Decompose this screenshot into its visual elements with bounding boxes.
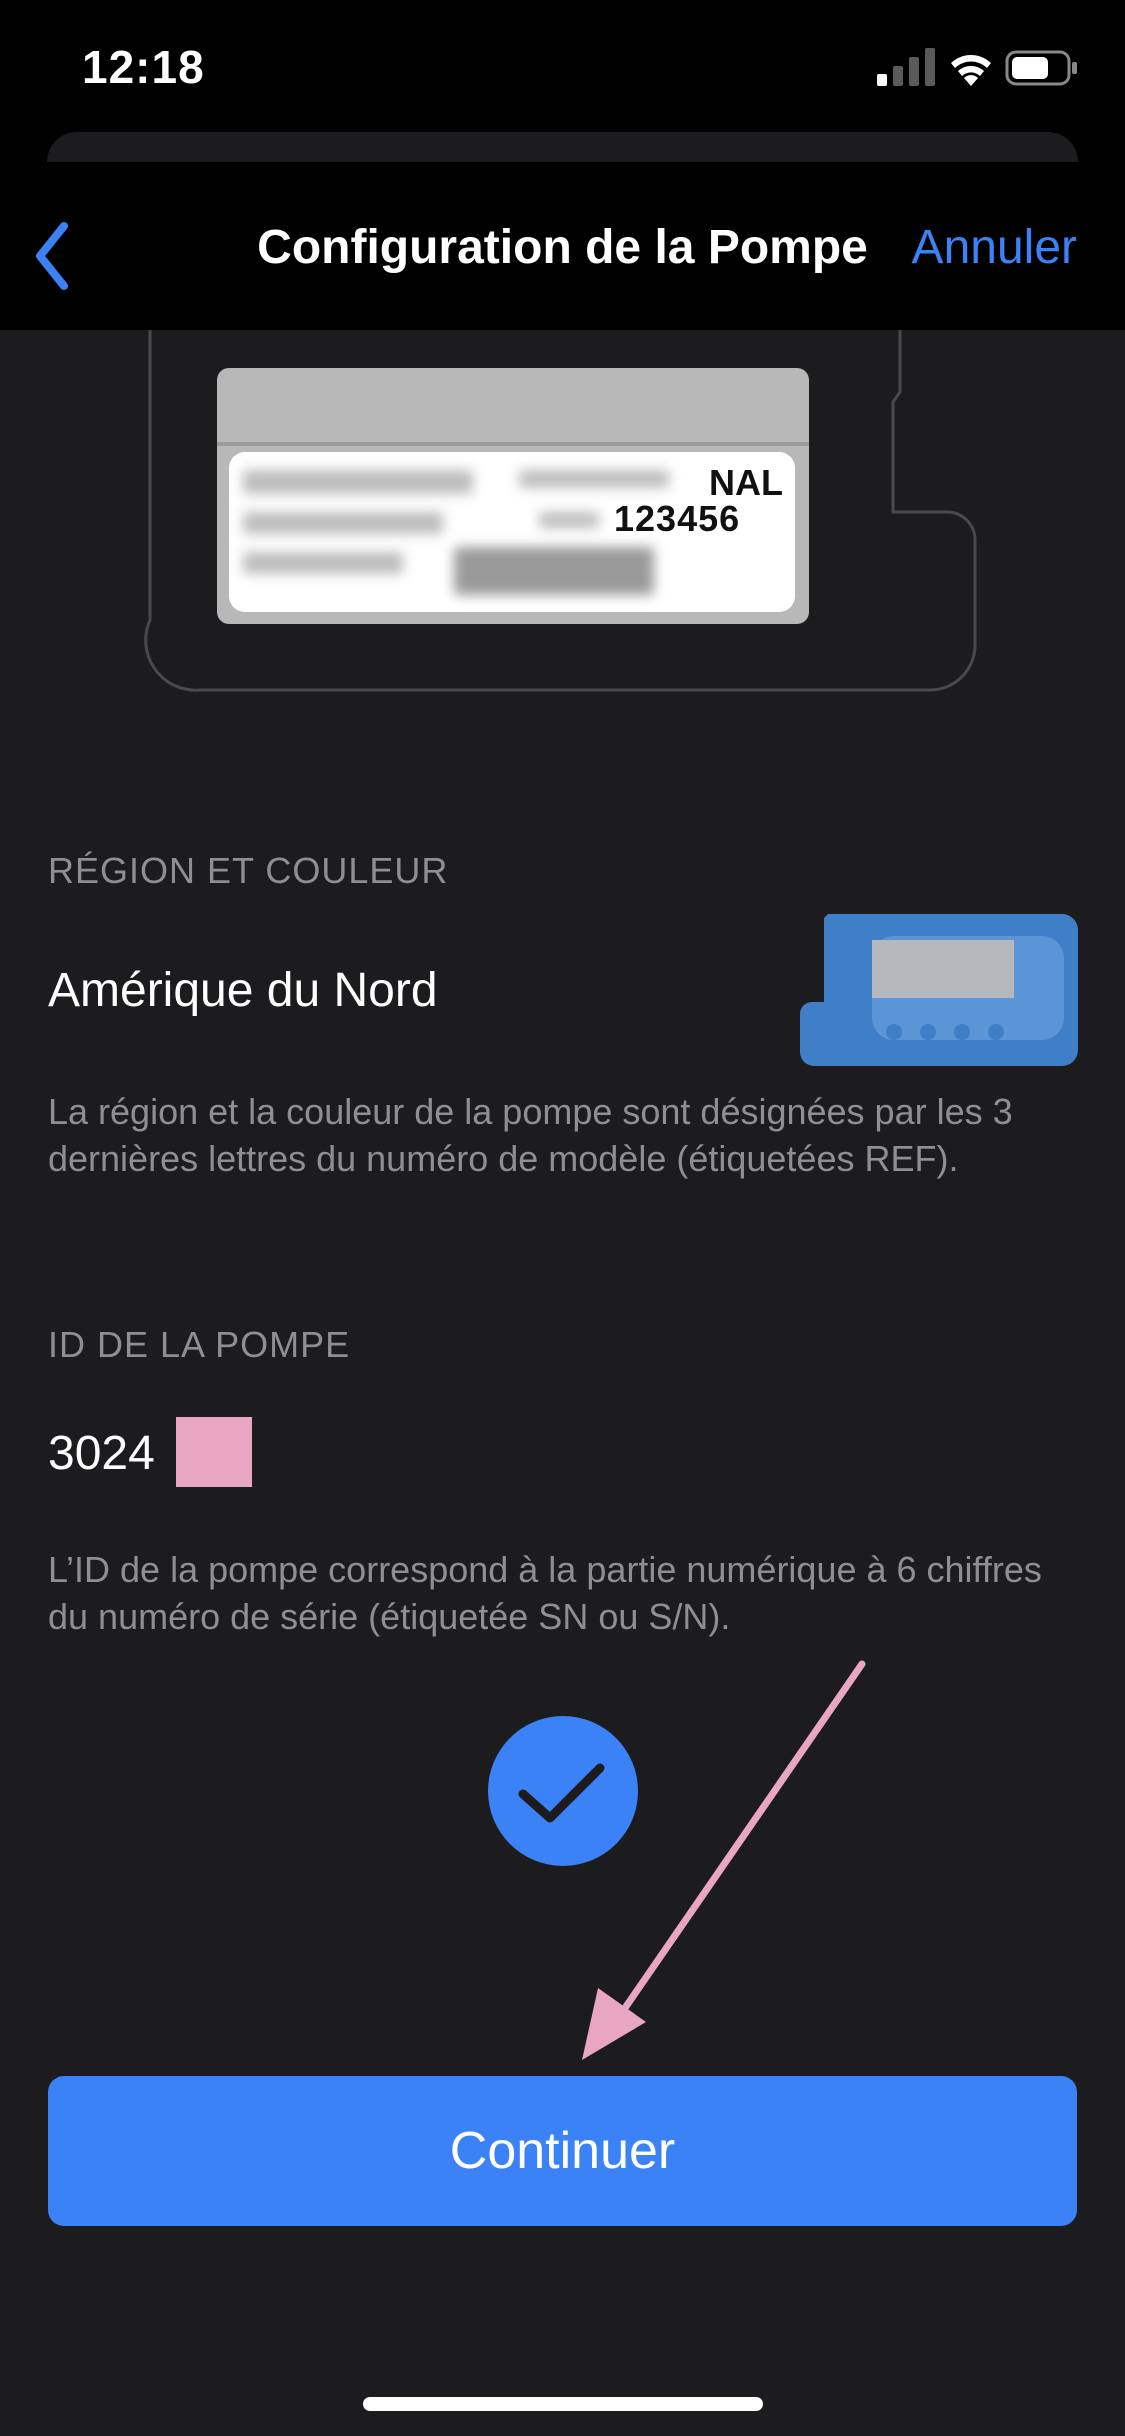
- label-serial-text: 123456: [614, 498, 741, 539]
- region-section-header: RÉGION ET COULEUR: [48, 850, 449, 891]
- battery-icon: [1005, 50, 1077, 86]
- region-footnote: La région et la couleur de la pompe sont…: [48, 1091, 1013, 1179]
- blurred-text: [539, 512, 599, 528]
- pump-thumbnail-icon: [800, 914, 1078, 1066]
- pump-id-section-header: ID DE LA POMPE: [48, 1324, 351, 1365]
- blurred-barcode: [454, 547, 654, 595]
- status-bar: 12:18: [0, 0, 1125, 132]
- redaction-mask: [176, 1417, 252, 1487]
- page-title-text: Configuration de la Pompe: [257, 221, 868, 274]
- label-sticker: NAL 123456: [229, 452, 795, 612]
- label-stripe: [217, 442, 809, 446]
- checkmark-icon: [518, 1763, 605, 1823]
- blurred-text: [243, 512, 443, 534]
- blurred-text: [243, 470, 473, 494]
- sheet-edge: [47, 132, 1078, 162]
- pump-id-footnote: L’ID de la pompe correspond à la partie …: [48, 1549, 1042, 1637]
- region-value[interactable]: Amérique du Nord: [48, 963, 438, 1018]
- continue-button[interactable]: Continuer: [48, 2076, 1077, 2226]
- blurred-text: [519, 470, 669, 488]
- home-indicator[interactable]: [363, 2397, 763, 2411]
- pump-id-value[interactable]: 3024: [48, 1426, 155, 1481]
- status-time: 12:18: [82, 41, 205, 93]
- cellular-signal-icon: [877, 48, 935, 86]
- pump-illustration: NAL 123456: [0, 330, 1125, 710]
- wifi-icon: [951, 55, 991, 86]
- checkmark-badge: [488, 1716, 638, 1866]
- pump-setup-screen: 12:18 Configuration de la Pompe Annuler …: [0, 0, 1125, 2436]
- blurred-text: [243, 552, 403, 574]
- cancel-button[interactable]: Annuler: [912, 220, 1077, 275]
- pump-label: NAL 123456: [217, 368, 809, 624]
- navigation-bar: Configuration de la Pompe Annuler: [0, 132, 1125, 330]
